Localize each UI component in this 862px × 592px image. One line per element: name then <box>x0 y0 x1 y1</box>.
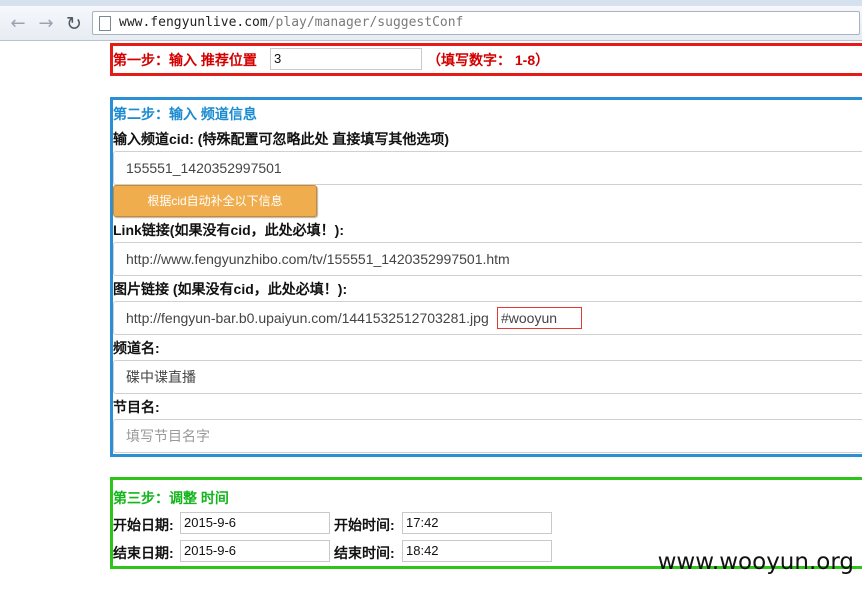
end-date-label: 结束日期: <box>113 545 174 561</box>
step2-panel: 第二步：输入 频道信息 输入频道cid: (特殊配置可忽略此处 直接填写其他选项… <box>110 97 862 457</box>
step1-panel: 第一步：输入 推荐位置 3 （填写数字： 1-8） <box>110 43 862 76</box>
cid-label: 输入频道cid: (特殊配置可忽略此处 直接填写其他选项) <box>113 131 449 147</box>
url-path: /play/manager/suggestConf <box>267 15 464 30</box>
end-time-label: 结束时间: <box>334 545 395 561</box>
browser-toolbar: ← → ↻ www.fengyunlive.com/play/manager/s… <box>0 6 862 41</box>
address-bar[interactable]: www.fengyunlive.com/play/manager/suggest… <box>92 11 860 35</box>
image-input[interactable]: http://fengyun-bar.b0.upaiyun.com/144153… <box>113 301 862 335</box>
step2-heading: 第二步：输入 频道信息 <box>113 106 257 122</box>
back-arrow-icon[interactable]: ← <box>8 14 28 34</box>
link-label: Link链接(如果没有cid，此处必填！): <box>113 222 344 238</box>
reload-icon[interactable]: ↻ <box>64 14 84 34</box>
step1-heading: 第一步：输入 推荐位置 <box>113 52 257 68</box>
program-placeholder: 填写节目名字 <box>126 428 210 444</box>
end-time-input[interactable]: 18:42 <box>402 540 552 562</box>
channel-input[interactable]: 碟中谍直播 <box>113 360 862 394</box>
position-hint: （填写数字： 1-8） <box>427 52 550 68</box>
injected-marker: #wooyun <box>497 307 582 329</box>
start-date-label: 开始日期: <box>113 517 174 533</box>
start-date-input[interactable]: 2015-9-6 <box>180 512 330 534</box>
watermark: www.wooyun.org <box>657 549 854 575</box>
program-label: 节目名: <box>113 399 160 415</box>
link-input[interactable]: http://www.fengyunzhibo.com/tv/155551_14… <box>113 242 862 276</box>
url-host: www.fengyunlive.com <box>119 15 268 30</box>
end-date-input[interactable]: 2015-9-6 <box>180 540 330 562</box>
image-url-text: http://fengyun-bar.b0.upaiyun.com/144153… <box>126 310 489 326</box>
url-text: www.fengyunlive.com/play/manager/suggest… <box>119 15 463 30</box>
image-label: 图片链接 (如果没有cid，此处必填！): <box>113 281 348 297</box>
start-time-input[interactable]: 17:42 <box>402 512 552 534</box>
cid-input[interactable]: 155551_1420352997501 <box>113 151 862 185</box>
forward-arrow-icon[interactable]: → <box>36 14 56 34</box>
program-input[interactable]: 填写节目名字 <box>113 419 862 453</box>
position-input[interactable]: 3 <box>270 48 422 70</box>
page-icon <box>99 16 111 31</box>
channel-label: 频道名: <box>113 340 160 356</box>
step3-heading: 第三步：调整 时间 <box>113 490 229 506</box>
start-time-label: 开始时间: <box>334 517 395 533</box>
autofill-button[interactable]: 根据cid自动补全以下信息 <box>113 185 317 217</box>
